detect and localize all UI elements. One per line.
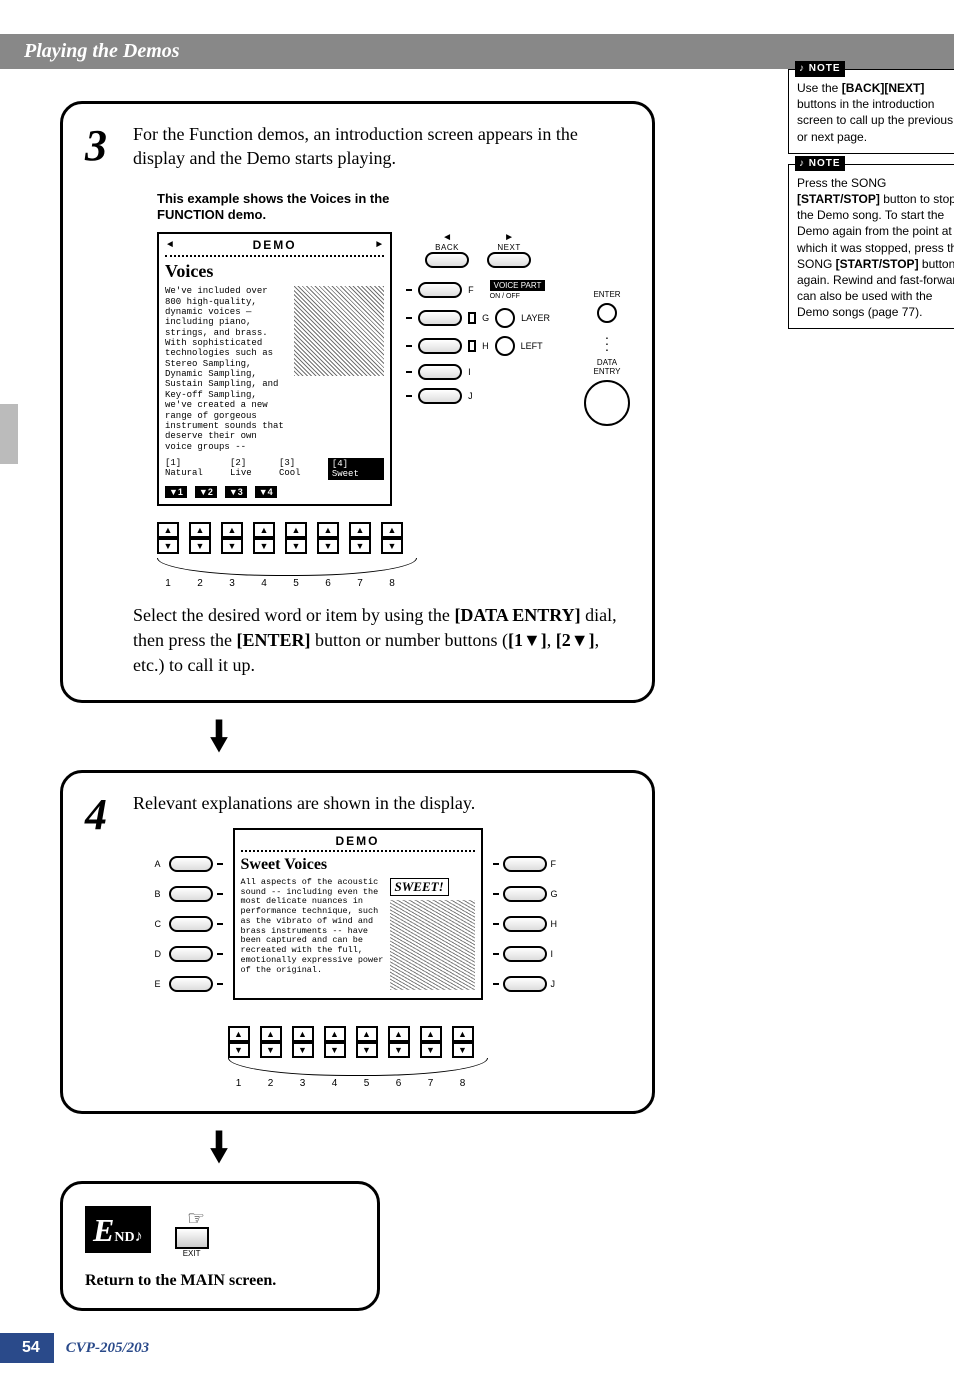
number-button-grid: ▲▼ ▲▼ ▲▼ ▲▼ ▲▼ ▲▼ ▲▼ ▲▼ (157, 522, 630, 554)
left-button[interactable] (495, 336, 515, 356)
btn-8-up[interactable]: ▲ (381, 522, 403, 538)
c-button[interactable] (169, 916, 213, 932)
note-box-2: NOTE Press the SONG [START/STOP] button … (788, 164, 954, 330)
step-4-text: Relevant explanations are shown in the d… (133, 791, 630, 815)
next-label: NEXT (487, 243, 531, 252)
lcd4-body-text: All aspects of the acoustic sound -- inc… (241, 878, 384, 990)
layer-button[interactable] (495, 308, 515, 328)
lcd-body-text: We've included over 800 high-quality, dy… (165, 286, 288, 452)
lcd-heading: Voices (165, 261, 384, 282)
data-entry-dial[interactable] (584, 380, 630, 426)
lcd-screen-voices: ◄ DEMO ► Voices We've included over 800 … (157, 232, 392, 506)
sweet-tag: SWEET! (390, 878, 449, 896)
step-3-box: 3 For the Function demos, an introductio… (60, 101, 655, 703)
a-button[interactable] (169, 856, 213, 872)
step-4-box: 4 Relevant explanations are shown in the… (60, 770, 655, 1113)
btn-3-up[interactable]: ▲ (221, 522, 243, 538)
back-button[interactable] (425, 252, 469, 268)
enter-button[interactable] (597, 303, 617, 323)
note-label: NOTE (795, 61, 845, 77)
btn-1-down[interactable]: ▼ (157, 538, 179, 554)
e-button[interactable] (169, 976, 213, 992)
btn-7-down[interactable]: ▼ (349, 538, 371, 554)
g-button[interactable] (418, 310, 462, 326)
step-3-number: 3 (85, 120, 107, 171)
btn-5-down[interactable]: ▼ (285, 538, 307, 554)
lcd-arrow-tabs: ▼1 ▼2 ▼3 ▼4 (165, 486, 384, 498)
btn-7-up[interactable]: ▲ (349, 522, 371, 538)
exit-figure: ☜ EXIT (175, 1202, 209, 1258)
btn-5-up[interactable]: ▲ (285, 522, 307, 538)
j-button[interactable] (503, 976, 547, 992)
g-button[interactable] (503, 886, 547, 902)
pointing-hand-icon: ☜ (187, 1206, 205, 1231)
on-off-label: ON / OFF (490, 293, 520, 300)
next-button[interactable] (487, 252, 531, 268)
step-4-number: 4 (85, 789, 107, 840)
btn-6-down[interactable]: ▼ (317, 538, 339, 554)
lcd-title: DEMO (253, 238, 297, 252)
lcd-option-tabs: [1] Natural [2] Live [3] Cool [4] Sweet (165, 458, 384, 480)
step-3-instruction: Select the desired word or item by using… (133, 603, 630, 679)
right-controls: ENTER ··· DATA ENTRY (584, 232, 630, 506)
i-button[interactable] (503, 946, 547, 962)
note-label: NOTE (795, 156, 845, 172)
btn-8-down[interactable]: ▼ (381, 538, 403, 554)
h-button[interactable] (503, 916, 547, 932)
panel-buttons: ◄BACK ►NEXT F VOICE PARTON / OFF GLAYER … (406, 232, 550, 506)
enter-label: ENTER (584, 290, 630, 299)
model-name: CVP-205/203 (66, 1340, 149, 1357)
section-title: Playing the Demos (24, 40, 180, 62)
lcd4-illustration (390, 900, 475, 990)
end-text: Return to the MAIN screen. (85, 1272, 355, 1290)
data-entry-label: DATA ENTRY (584, 358, 630, 376)
page-number: 54 (0, 1333, 54, 1363)
exit-label: EXIT (175, 1249, 209, 1258)
end-badge: END♪ (85, 1206, 151, 1253)
btn-3-down[interactable]: ▼ (221, 538, 243, 554)
note-box-1: NOTE Use the [BACK][NEXT] buttons in the… (788, 69, 954, 154)
f-button[interactable] (418, 282, 462, 298)
lcd-illustration (294, 286, 384, 376)
end-box: END♪ ☜ EXIT Return to the MAIN screen. (60, 1181, 380, 1311)
btn-1-up[interactable]: ▲ (157, 522, 179, 538)
btn-6-up[interactable]: ▲ (317, 522, 339, 538)
step-3-caption: This example shows the Voices in the FUN… (157, 191, 417, 225)
i-button[interactable] (418, 364, 462, 380)
step-3-text: For the Function demos, an introduction … (133, 122, 630, 171)
back-label: BACK (425, 243, 469, 252)
flow-arrow-icon (208, 719, 894, 758)
btn-4-up[interactable]: ▲ (253, 522, 275, 538)
h-button[interactable] (418, 338, 462, 354)
page-footer: 54 CVP-205/203 (0, 1333, 149, 1363)
btn-2-up[interactable]: ▲ (189, 522, 211, 538)
j-button[interactable] (418, 388, 462, 404)
lcd-screen-sweet-voices: DEMO Sweet Voices All aspects of the aco… (233, 828, 483, 1000)
btn-4-down[interactable]: ▼ (253, 538, 275, 554)
flow-arrow-icon (208, 1130, 894, 1169)
lcd4-heading: Sweet Voices (241, 856, 475, 874)
voice-part-label: VOICE PART (490, 280, 546, 291)
b-button[interactable] (169, 886, 213, 902)
d-button[interactable] (169, 946, 213, 962)
btn-2-down[interactable]: ▼ (189, 538, 211, 554)
f-button[interactable] (503, 856, 547, 872)
